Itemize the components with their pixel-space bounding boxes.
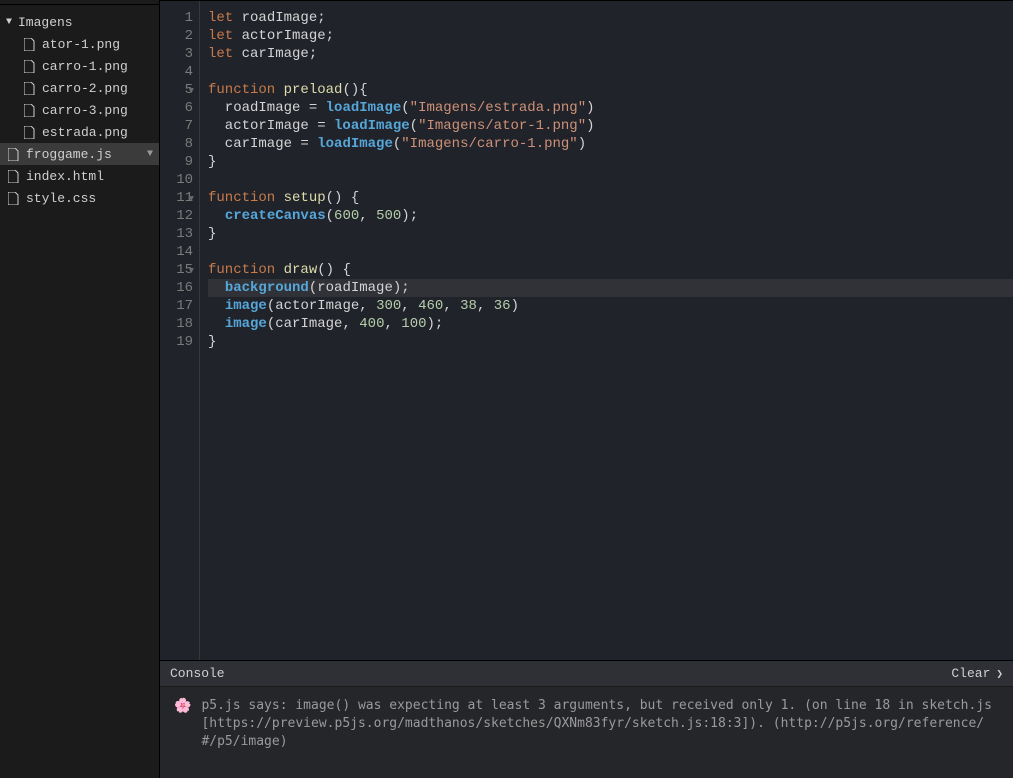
file-icon bbox=[6, 192, 20, 205]
file-label: style.css bbox=[26, 191, 96, 206]
code-line[interactable]: } bbox=[208, 153, 1013, 171]
code-line[interactable]: } bbox=[208, 333, 1013, 351]
fold-icon[interactable]: ▼ bbox=[189, 190, 194, 208]
line-number: 8 bbox=[160, 135, 193, 153]
file-item[interactable]: carro-2.png bbox=[0, 77, 159, 99]
file-icon bbox=[22, 82, 36, 95]
code-line[interactable]: createCanvas(600, 500); bbox=[208, 207, 1013, 225]
file-menu-icon[interactable]: ▼ bbox=[147, 149, 153, 160]
line-number: 10 bbox=[160, 171, 193, 189]
code-line[interactable]: let roadImage; bbox=[208, 9, 1013, 27]
code-line[interactable]: image(actorImage, 300, 460, 38, 36) bbox=[208, 297, 1013, 315]
file-item[interactable]: carro-1.png bbox=[0, 55, 159, 77]
file-item[interactable]: froggame.js ▼ bbox=[0, 143, 159, 165]
code-line[interactable]: function setup() { bbox=[208, 189, 1013, 207]
file-sidebar: ▼ Imagens ator-1.png carro-1.png carro-2.p… bbox=[0, 0, 160, 778]
file-icon bbox=[6, 170, 20, 183]
folder-label: Imagens bbox=[18, 15, 73, 30]
code-line[interactable]: function preload(){ bbox=[208, 81, 1013, 99]
file-label: carro-1.png bbox=[42, 59, 128, 74]
flower-icon: 🌸 bbox=[174, 697, 191, 715]
line-number: 3 bbox=[160, 45, 193, 63]
clear-label: Clear bbox=[951, 666, 990, 681]
code-line[interactable] bbox=[208, 63, 1013, 81]
console-body: 🌸 p5.js says: image() was expecting at l… bbox=[160, 687, 1013, 778]
line-number: 5▼ bbox=[160, 81, 193, 99]
code-line[interactable]: let actorImage; bbox=[208, 27, 1013, 45]
file-item[interactable]: estrada.png bbox=[0, 121, 159, 143]
code-line[interactable]: image(carImage, 400, 100); bbox=[208, 315, 1013, 333]
file-icon bbox=[22, 126, 36, 139]
file-label: froggame.js bbox=[26, 147, 112, 162]
file-icon bbox=[22, 60, 36, 73]
code-line[interactable]: background(roadImage); bbox=[208, 279, 1013, 297]
code-line[interactable]: actorImage = loadImage("Imagens/ator-1.p… bbox=[208, 117, 1013, 135]
line-number: 19 bbox=[160, 333, 193, 351]
fold-icon[interactable]: ▼ bbox=[189, 262, 194, 280]
line-number: 11▼ bbox=[160, 189, 193, 207]
code-line[interactable] bbox=[208, 243, 1013, 261]
file-item[interactable]: index.html bbox=[0, 165, 159, 187]
console-panel: Console Clear ❯ 🌸 p5.js says: image() wa… bbox=[160, 661, 1013, 778]
app-root: ▼ Imagens ator-1.png carro-1.png carro-2.p… bbox=[0, 0, 1013, 778]
file-label: ator-1.png bbox=[42, 37, 120, 52]
line-number: 14 bbox=[160, 243, 193, 261]
line-number: 13 bbox=[160, 225, 193, 243]
file-label: carro-2.png bbox=[42, 81, 128, 96]
code-area[interactable]: let roadImage;let actorImage;let carImag… bbox=[200, 1, 1013, 660]
code-line[interactable]: let carImage; bbox=[208, 45, 1013, 63]
code-line[interactable]: function draw() { bbox=[208, 261, 1013, 279]
line-number: 7 bbox=[160, 117, 193, 135]
file-icon bbox=[22, 38, 36, 51]
console-message-text: p5.js says: image() was expecting at lea… bbox=[201, 697, 999, 751]
file-item[interactable]: carro-3.png bbox=[0, 99, 159, 121]
console-clear-button[interactable]: Clear ❯ bbox=[951, 666, 1003, 681]
file-item[interactable]: ator-1.png bbox=[0, 33, 159, 55]
code-line[interactable]: roadImage = loadImage("Imagens/estrada.p… bbox=[208, 99, 1013, 117]
line-number: 4 bbox=[160, 63, 193, 81]
file-icon bbox=[6, 148, 20, 161]
fold-icon[interactable]: ▼ bbox=[189, 82, 194, 100]
line-number: 1 bbox=[160, 9, 193, 27]
line-number: 16 bbox=[160, 279, 193, 297]
line-number: 18 bbox=[160, 315, 193, 333]
file-icon bbox=[22, 104, 36, 117]
code-line[interactable] bbox=[208, 171, 1013, 189]
code-editor[interactable]: 12345▼67891011▼12131415▼16171819 let roa… bbox=[160, 1, 1013, 661]
line-number: 12 bbox=[160, 207, 193, 225]
code-line[interactable]: } bbox=[208, 225, 1013, 243]
line-gutter: 12345▼67891011▼12131415▼16171819 bbox=[160, 1, 200, 660]
line-number: 6 bbox=[160, 99, 193, 117]
line-number: 9 bbox=[160, 153, 193, 171]
folder-imagens[interactable]: ▼ Imagens bbox=[0, 11, 159, 33]
folder-expand-icon: ▼ bbox=[6, 17, 16, 28]
line-number: 2 bbox=[160, 27, 193, 45]
main-area: 12345▼67891011▼12131415▼16171819 let roa… bbox=[160, 0, 1013, 778]
chevron-down-icon: ❯ bbox=[996, 667, 1003, 681]
code-line[interactable]: carImage = loadImage("Imagens/carro-1.pn… bbox=[208, 135, 1013, 153]
console-header: Console Clear ❯ bbox=[160, 661, 1013, 687]
file-item[interactable]: style.css bbox=[0, 187, 159, 209]
line-number: 15▼ bbox=[160, 261, 193, 279]
file-label: carro-3.png bbox=[42, 103, 128, 118]
file-label: index.html bbox=[26, 169, 104, 184]
file-tree: ▼ Imagens ator-1.png carro-1.png carro-2.p… bbox=[0, 5, 159, 209]
line-number: 17 bbox=[160, 297, 193, 315]
console-message-row: 🌸 p5.js says: image() was expecting at l… bbox=[174, 697, 999, 751]
console-title: Console bbox=[170, 666, 951, 681]
file-label: estrada.png bbox=[42, 125, 128, 140]
